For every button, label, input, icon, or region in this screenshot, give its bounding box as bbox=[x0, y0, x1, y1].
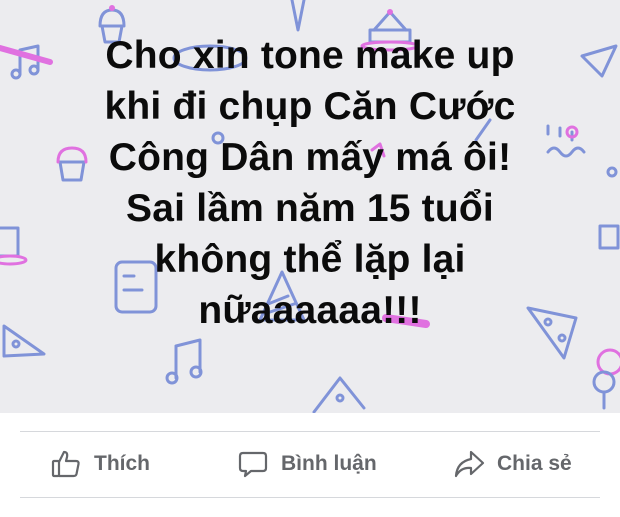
actions-divider-bottom bbox=[20, 497, 600, 498]
post-status-text: Cho xin tone make up khi đi chụp Căn Cướ… bbox=[0, 30, 620, 336]
share-button[interactable]: Chia sẻ bbox=[453, 432, 572, 496]
pizza-icon bbox=[312, 376, 366, 413]
post-text-line: Công Dân mấy má ôi! bbox=[108, 136, 512, 179]
post-text-line: không thể lặp lại bbox=[154, 238, 466, 281]
post-action-bar: Thích Bình luận Chia sẻ bbox=[0, 432, 620, 496]
balloon-icon bbox=[592, 348, 620, 410]
comment-label: Bình luận bbox=[281, 452, 377, 475]
post-text-line: khi đi chụp Căn Cước bbox=[104, 85, 516, 128]
post-text-line: Sai lầm năm 15 tuổi bbox=[126, 187, 494, 230]
music-note-icon bbox=[165, 338, 203, 385]
comment-button[interactable]: Bình luận bbox=[237, 432, 377, 496]
post-text-line: Cho xin tone make up bbox=[105, 34, 515, 77]
share-label: Chia sẻ bbox=[497, 452, 572, 475]
post-text-line: nữaaaaaa!!! bbox=[198, 289, 422, 332]
like-label: Thích bbox=[94, 452, 150, 475]
party-hat-icon bbox=[290, 0, 306, 32]
like-button[interactable]: Thích bbox=[50, 432, 150, 496]
share-icon bbox=[454, 450, 485, 478]
comment-icon bbox=[238, 451, 268, 478]
thumbs-up-icon bbox=[51, 450, 80, 478]
post-background: Cho xin tone make up khi đi chụp Căn Cướ… bbox=[0, 0, 620, 413]
